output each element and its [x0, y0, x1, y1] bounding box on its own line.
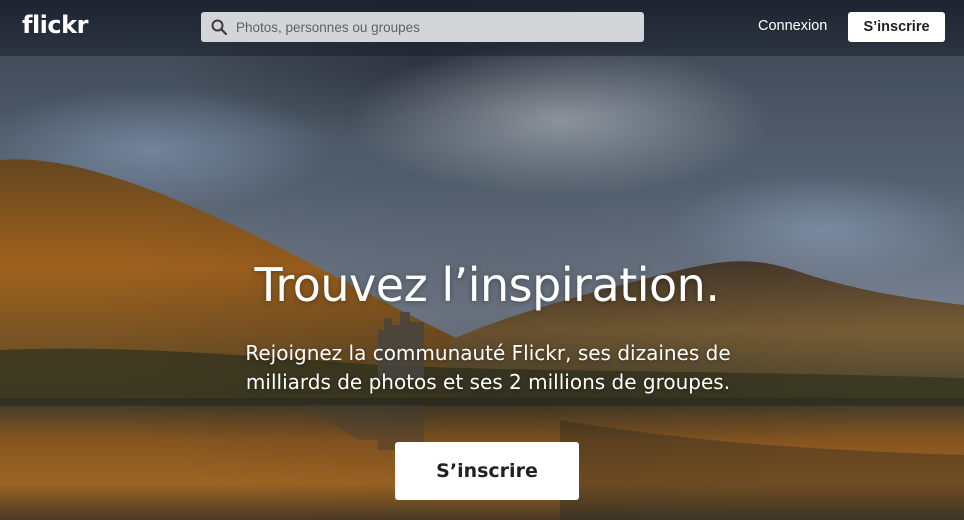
signup-button-hero[interactable]: S’inscrire: [395, 442, 579, 500]
hero-headline: Trouvez l’inspiration.: [254, 258, 720, 312]
login-link[interactable]: Connexion: [758, 18, 827, 34]
hero-subtitle: Rejoignez la communauté Flickr, ses diza…: [245, 341, 731, 394]
search-input[interactable]: [236, 12, 636, 42]
flickr-logo[interactable]: flickr: [22, 11, 88, 39]
signup-button-header[interactable]: S’inscrire: [848, 12, 945, 42]
search-icon: [211, 19, 227, 35]
search-bar[interactable]: [201, 12, 644, 42]
top-navigation-bar: flickr Connexion S’inscrire: [0, 0, 964, 56]
